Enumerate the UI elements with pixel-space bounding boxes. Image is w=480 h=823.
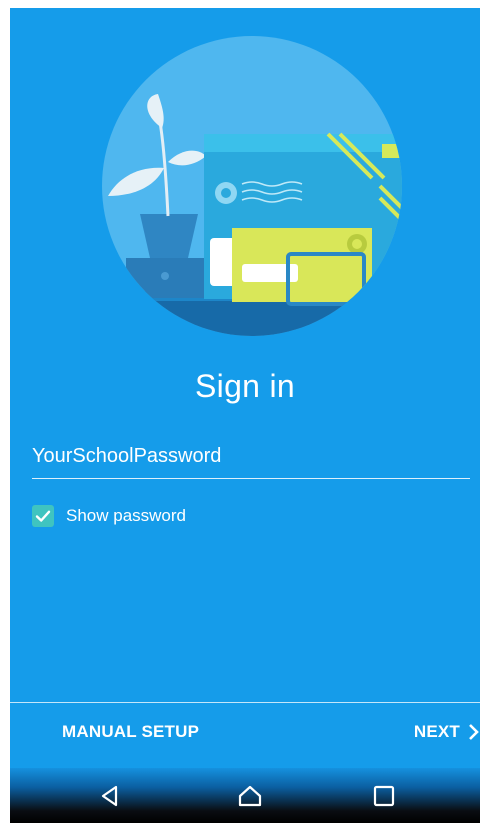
show-password-label: Show password <box>66 506 187 525</box>
bottom-divider <box>10 702 480 703</box>
system-nav-bar <box>10 768 480 823</box>
checkmark-icon <box>35 510 51 522</box>
manual-setup-label: MANUAL SETUP <box>62 722 200 741</box>
home-icon[interactable] <box>236 782 264 810</box>
next-button[interactable]: NEXT <box>414 722 480 742</box>
sign-in-screen: Sign in Show password MANUAL SETUP NEXT <box>10 8 480 823</box>
recent-apps-icon[interactable] <box>370 782 398 810</box>
manual-setup-button[interactable]: MANUAL SETUP <box>62 722 199 742</box>
show-password-checkbox[interactable] <box>32 505 54 527</box>
password-field[interactable] <box>32 438 470 474</box>
back-icon[interactable] <box>96 782 124 810</box>
next-label: NEXT <box>413 722 460 741</box>
page-title: Sign in <box>195 368 295 404</box>
password-field-container <box>32 438 470 479</box>
chevron-right-icon <box>469 724 479 740</box>
show-password-row[interactable]: Show password <box>32 504 186 528</box>
email-illustration <box>102 36 402 336</box>
